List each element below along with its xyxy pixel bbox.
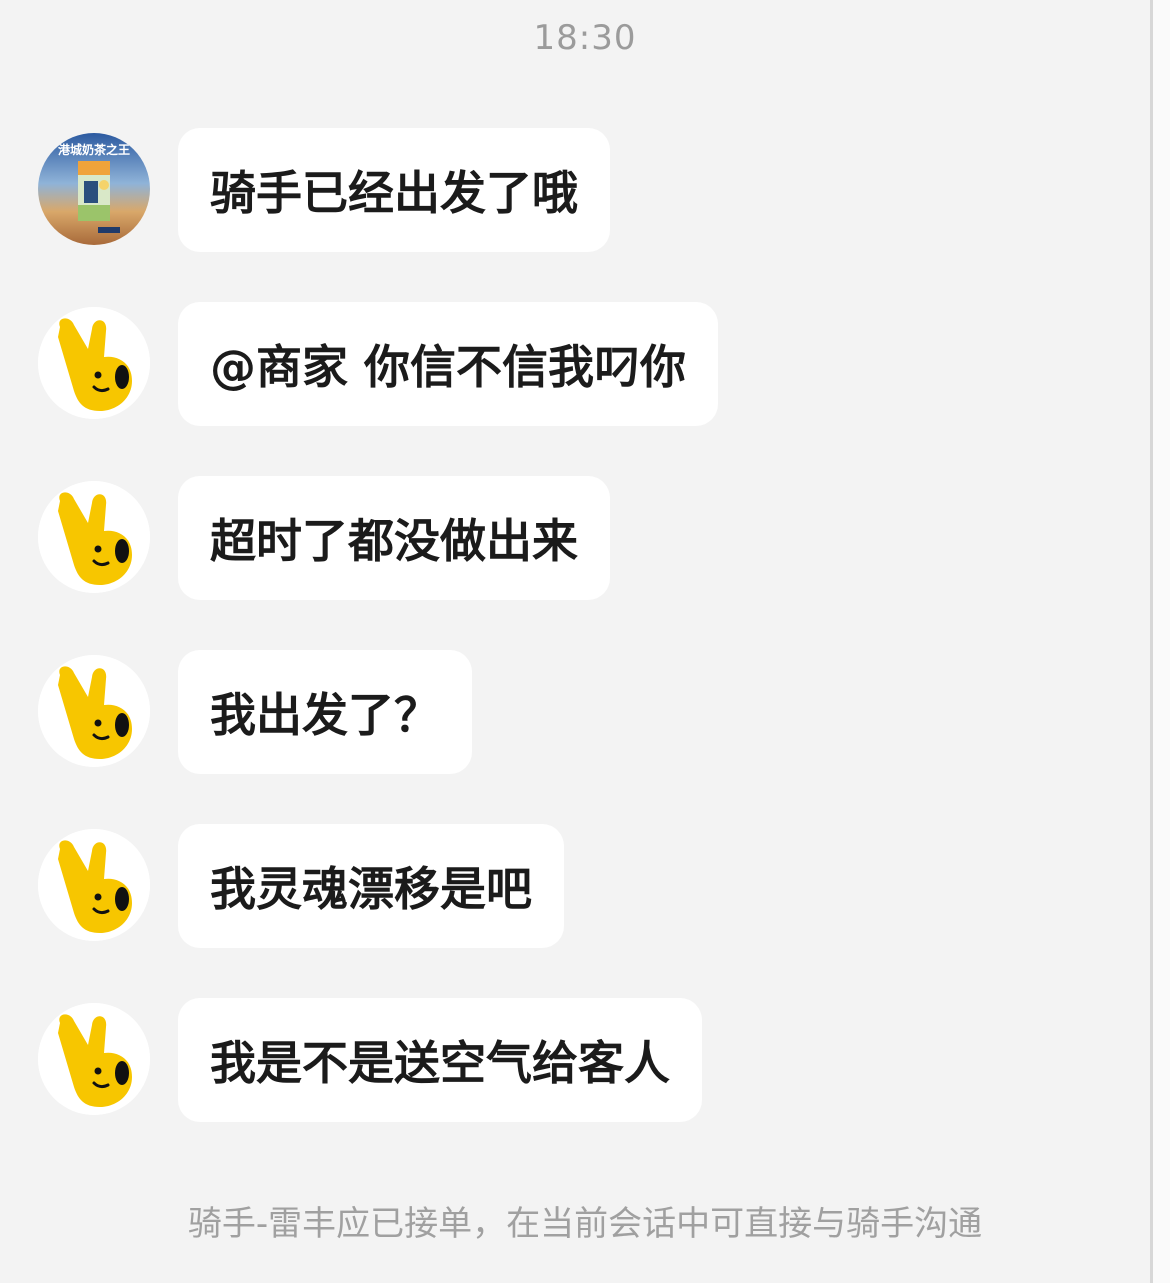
- customer-avatar[interactable]: [38, 829, 150, 941]
- yellow-hand-mascot-icon: [38, 481, 150, 593]
- message-bubble[interactable]: 骑手已经出发了哦: [178, 128, 610, 252]
- customer-avatar[interactable]: [38, 307, 150, 419]
- message-bubble[interactable]: 我灵魂漂移是吧: [178, 824, 564, 948]
- message-row: 港城奶茶之王 骑手已经出发了哦: [0, 128, 1150, 252]
- message-bubble[interactable]: 我是不是送空气给客人: [178, 998, 702, 1122]
- rider-assigned-notice: 骑手-雷丰应已接单，在当前会话中可直接与骑手沟通: [187, 1204, 983, 1244]
- message-timestamp: 18:30: [533, 18, 637, 58]
- message-bubble[interactable]: 超时了都没做出来: [178, 476, 610, 600]
- message-bubble[interactable]: @商家 你信不信我叼你: [178, 302, 719, 426]
- merchant-avatar[interactable]: 港城奶茶之王: [38, 133, 150, 245]
- customer-avatar[interactable]: [38, 1003, 150, 1115]
- message-bubble[interactable]: 我出发了？: [178, 650, 472, 774]
- svg-text:港城奶茶之王: 港城奶茶之王: [58, 142, 130, 157]
- message-row: 超时了都没做出来: [0, 476, 1150, 600]
- yellow-hand-mascot-icon: [38, 307, 150, 419]
- customer-avatar[interactable]: [38, 655, 150, 767]
- message-row: 我灵魂漂移是吧: [0, 824, 1150, 948]
- right-edge-strip: [1153, 0, 1170, 1283]
- message-row: 我是不是送空气给客人: [0, 998, 1150, 1122]
- customer-avatar[interactable]: [38, 481, 150, 593]
- chat-view: 18:30 港城奶茶之王 骑手已经出发了哦 @商家 你信不信我叼你 超时了都没做…: [0, 0, 1150, 1283]
- message-row: @商家 你信不信我叼你: [0, 302, 1150, 426]
- yellow-hand-mascot-icon: [38, 655, 150, 767]
- yellow-hand-mascot-icon: [38, 829, 150, 941]
- message-row: 我出发了？: [0, 650, 1150, 774]
- milk-tea-avatar-icon: 港城奶茶之王: [38, 133, 150, 245]
- yellow-hand-mascot-icon: [38, 1003, 150, 1115]
